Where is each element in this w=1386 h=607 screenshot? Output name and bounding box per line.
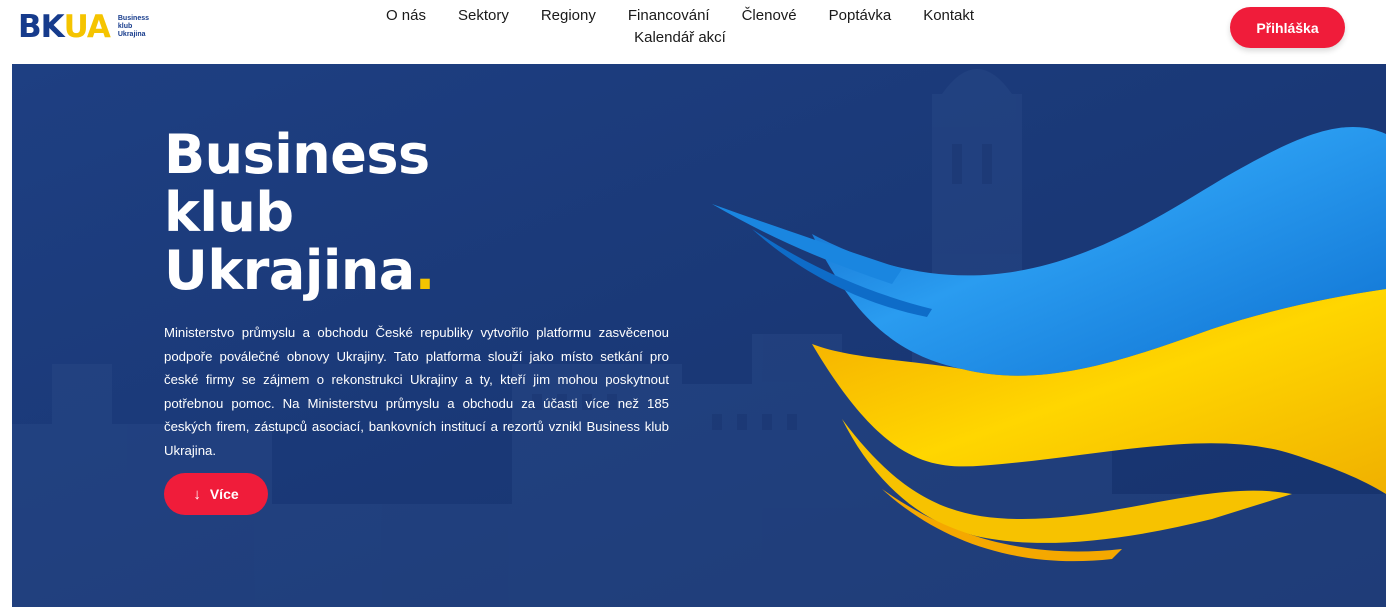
nav-item-o-nas[interactable]: O nás <box>386 6 426 26</box>
logo-subtitle: Business klub Ukrajina <box>118 15 149 39</box>
more-button[interactable]: ↓ Více <box>164 473 268 515</box>
hero-title-line: Business <box>164 123 430 186</box>
logo-subtitle-line: Business <box>117 15 149 22</box>
hero-description: Ministerstvo průmyslu a obchodu České re… <box>164 325 669 458</box>
hero-section: Business klub Ukrajina. Ministerstvo prů… <box>12 64 1386 607</box>
nav-item-sektory[interactable]: Sektory <box>458 6 509 26</box>
hero-title: Business klub Ukrajina. <box>164 126 435 300</box>
hero-title-line: Ukrajina <box>164 239 415 302</box>
hero-title-line: klub <box>164 181 294 244</box>
nav-item-clenove[interactable]: Členové <box>742 6 797 26</box>
more-button-label: Více <box>209 486 239 502</box>
nav-item-kalendar-akci[interactable]: Kalendář akcí <box>634 28 726 48</box>
arrow-down-icon: ↓ <box>193 485 201 503</box>
login-button[interactable]: Přihláška <box>1230 7 1345 48</box>
nav-item-poptavka[interactable]: Poptávka <box>829 6 892 26</box>
logo-mark-ua: UA <box>63 9 111 45</box>
hero-title-last-line: Ukrajina. <box>164 242 435 300</box>
nav-item-financovani[interactable]: Financování <box>628 6 710 26</box>
nav-item-regiony[interactable]: Regiony <box>541 6 596 26</box>
logo-mark-bk: BK <box>18 9 65 45</box>
ukraine-flag-image <box>712 126 1386 562</box>
main-nav: O nás Sektory Regiony Financování Členov… <box>330 6 1030 48</box>
logo-subtitle-line: klub <box>117 23 133 30</box>
logo-subtitle-line: Ukrajina <box>117 31 146 38</box>
nav-item-kontakt[interactable]: Kontakt <box>923 6 974 26</box>
site-header: BK UA Business klub Ukrajina O nás Sekto… <box>0 0 1386 64</box>
hero-title-dot: . <box>414 239 436 302</box>
bkua-logo[interactable]: BK UA Business klub Ukrajina <box>18 10 149 44</box>
